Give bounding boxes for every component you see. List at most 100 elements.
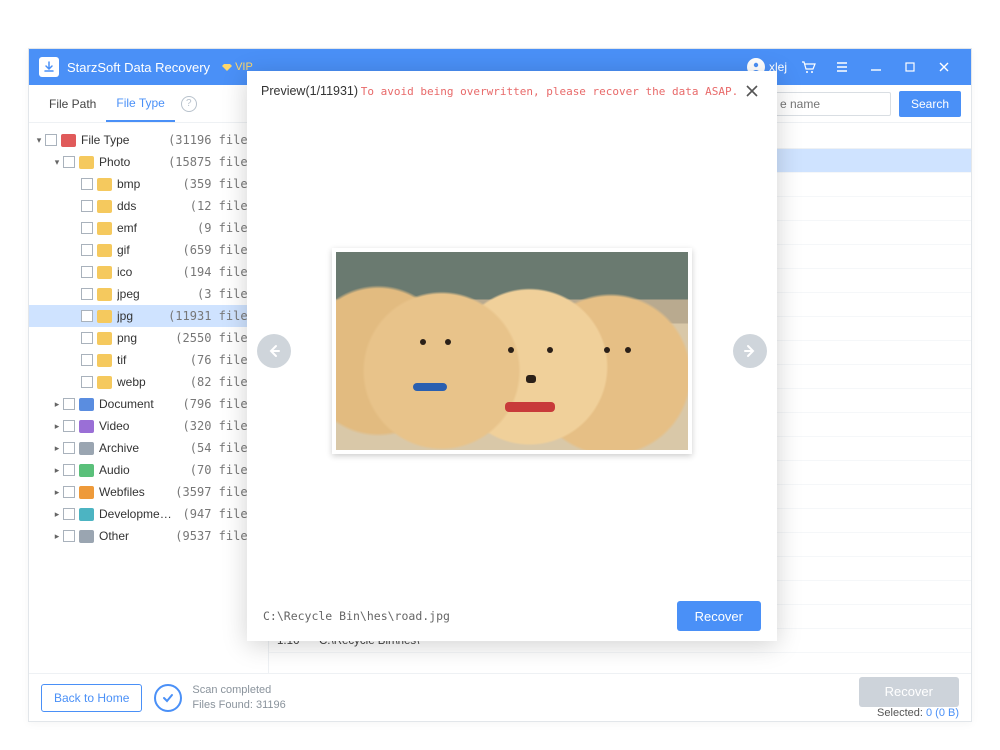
tree-item[interactable]: emf(9 files) [29,217,268,239]
tree-item-label: jpg [117,309,162,323]
tree-item-label: gif [117,243,177,257]
arrow-left-icon [267,344,281,358]
tree-item-label: Other [99,529,169,543]
tree-checkbox[interactable] [81,354,93,366]
tree-item-label: png [117,331,169,345]
modal-footer: C:\Recycle Bin\hes\road.jpg Recover [247,591,777,641]
tree-twisty-icon[interactable]: ▸ [51,509,63,520]
folder-icon [97,244,112,257]
preview-image [332,248,692,454]
tree-item-label: bmp [117,177,177,191]
tree-checkbox[interactable] [63,442,75,454]
tree-twisty-icon[interactable]: ▸ [51,465,63,476]
footer: Back to Home Scan completed Files Found:… [29,673,971,721]
tree-twisty-icon[interactable]: ▾ [33,135,45,146]
tree-checkbox[interactable] [45,134,57,146]
tree-item[interactable]: tif(76 files) [29,349,268,371]
tab-file-path[interactable]: File Path [39,85,106,122]
file-type-tree[interactable]: ▾File Type(31196 files)▾Photo(15875 file… [29,123,269,673]
tree-item[interactable]: ▸Audio(70 files) [29,459,268,481]
tree-item[interactable]: png(2550 files) [29,327,268,349]
tree-checkbox[interactable] [81,178,93,190]
tree-item[interactable]: dds(12 files) [29,195,268,217]
app-logo-icon [39,57,59,77]
tree-checkbox[interactable] [63,530,75,542]
tree-item[interactable]: ▸Archive(54 files) [29,437,268,459]
tree-item[interactable]: webp(82 files) [29,371,268,393]
folder-icon [97,332,112,345]
tree-item[interactable]: ▸Webfiles(3597 files) [29,481,268,503]
recover-button[interactable]: Recover [859,677,959,707]
tree-item-label: Development Files [99,507,177,521]
folder-icon [97,178,112,191]
tree-item-label: Document [99,397,177,411]
tree-item-label: Video [99,419,177,433]
tree-checkbox[interactable] [63,398,75,410]
folder-icon [79,530,94,543]
search-button[interactable]: Search [899,91,961,117]
tree-item-label: jpeg [117,287,191,301]
folder-icon [97,354,112,367]
tree-item[interactable]: ▸Video(320 files) [29,415,268,437]
tree-checkbox[interactable] [81,310,93,322]
tree-item[interactable]: ▾Photo(15875 files) [29,151,268,173]
help-icon[interactable]: ? [181,96,197,112]
tree-checkbox[interactable] [81,376,93,388]
tree-item[interactable]: bmp(359 files) [29,173,268,195]
tree-checkbox[interactable] [63,156,75,168]
tree-checkbox[interactable] [63,464,75,476]
tree-checkbox[interactable] [81,222,93,234]
search-input[interactable] [771,92,891,116]
preview-next-button[interactable] [733,334,767,368]
folder-icon [79,442,94,455]
tree-item[interactable]: jpg(11931 files) [29,305,268,327]
folder-icon [97,266,112,279]
close-icon [745,84,759,98]
maximize-button[interactable] [893,49,927,85]
tree-checkbox[interactable] [81,288,93,300]
tree-twisty-icon[interactable]: ▸ [51,399,63,410]
tree-item[interactable]: gif(659 files) [29,239,268,261]
tree-item[interactable]: ico(194 files) [29,261,268,283]
tree-item[interactable]: jpeg(3 files) [29,283,268,305]
tree-checkbox[interactable] [63,508,75,520]
tree-item[interactable]: ▸Other(9537 files) [29,525,268,547]
tree-item-label: tif [117,353,184,367]
tree-checkbox[interactable] [81,266,93,278]
cart-icon [800,59,816,75]
tree-item[interactable]: ▸Document(796 files) [29,393,268,415]
tree-checkbox[interactable] [63,486,75,498]
tree-item-label: Webfiles [99,485,169,499]
folder-icon [79,420,94,433]
folder-icon [79,156,94,169]
tree-twisty-icon[interactable]: ▸ [51,531,63,542]
preview-prev-button[interactable] [257,334,291,368]
tree-checkbox[interactable] [81,200,93,212]
folder-icon [97,200,112,213]
tab-file-type[interactable]: File Type [106,85,174,122]
close-button[interactable] [927,49,961,85]
tree-twisty-icon[interactable]: ▸ [51,487,63,498]
modal-recover-button[interactable]: Recover [677,601,761,631]
tree-item[interactable]: ▾File Type(31196 files) [29,129,268,151]
diamond-icon [222,62,232,72]
tree-twisty-icon[interactable]: ▸ [51,421,63,432]
tree-twisty-icon[interactable]: ▾ [51,157,63,168]
minimize-button[interactable] [859,49,893,85]
cart-button[interactable] [791,49,825,85]
tree-item-label: Archive [99,441,184,455]
tree-item-label: File Type [81,133,162,147]
modal-close-button[interactable] [741,80,763,102]
tree-item-label: dds [117,199,184,213]
app-title: StarzSoft Data Recovery [67,60,210,75]
tree-item[interactable]: ▸Development Files(947 files) [29,503,268,525]
back-to-home-button[interactable]: Back to Home [41,684,142,712]
menu-button[interactable] [825,49,859,85]
selected-count: Selected: 0 (0 B) [873,707,959,719]
tree-checkbox[interactable] [63,420,75,432]
tree-item-label: Audio [99,463,184,477]
tree-twisty-icon[interactable]: ▸ [51,443,63,454]
scan-complete-icon [154,684,182,712]
tree-checkbox[interactable] [81,244,93,256]
tree-checkbox[interactable] [81,332,93,344]
